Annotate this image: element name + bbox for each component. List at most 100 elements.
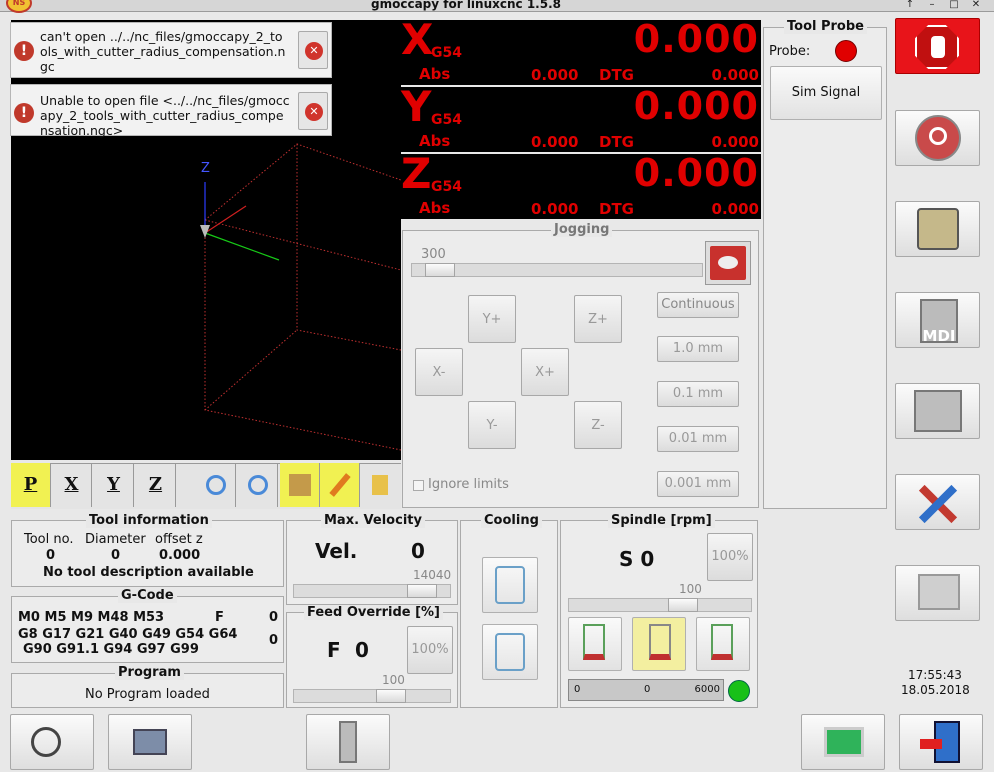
tools-dimension-icon: [288, 474, 311, 496]
increment-0-1mm-button[interactable]: 0.1 mm: [657, 381, 739, 407]
pencil-icon: [328, 473, 351, 497]
close-message-button[interactable]: ✕: [298, 31, 328, 69]
error-icon: !: [14, 41, 34, 61]
window-close-button[interactable]: ✕: [968, 0, 984, 12]
spindle-override-slider-handle[interactable]: [667, 598, 698, 612]
jog-y-minus-button[interactable]: Y-: [468, 401, 516, 449]
tool-icon: [339, 721, 357, 763]
zoom-out-button[interactable]: [238, 463, 278, 507]
feed-override-slider[interactable]: [293, 689, 451, 703]
manual-mode-button[interactable]: [895, 201, 980, 257]
program-panel: Program No Program loaded: [11, 665, 284, 708]
jogging-panel: Jogging 300 Y+ Z+ X- X+ Y- Z- Continuous…: [402, 222, 759, 508]
spindle-forward-icon: [583, 624, 605, 660]
tool-button[interactable]: [306, 714, 390, 770]
machine-power-button[interactable]: [895, 110, 980, 166]
spindle-bar-min: 0: [574, 684, 581, 695]
turtle-rabbit-icon: [710, 246, 746, 280]
dro-z[interactable]: Z G54 0.000 Abs 0.000 DTG 0.000: [401, 149, 761, 219]
ignore-limits-checkbox[interactable]: [413, 480, 424, 491]
home-all-button[interactable]: [10, 714, 94, 770]
zoom-in-button[interactable]: [196, 463, 236, 507]
jog-x-plus-button[interactable]: X+: [521, 348, 569, 396]
jog-speed-slider[interactable]: [411, 263, 703, 277]
show-dimensions-button[interactable]: [280, 463, 320, 507]
window-maximize-button[interactable]: □: [946, 0, 962, 12]
spindle-override-slider[interactable]: [568, 598, 752, 612]
touch-off-button[interactable]: [108, 714, 192, 770]
dro-dtg-label: DTG: [599, 66, 634, 84]
mdi-mode-button[interactable]: MDI: [895, 292, 980, 348]
velocity-value: 0: [411, 539, 425, 563]
velocity-label: Vel.: [315, 539, 358, 563]
clock-time: 17:55:43: [908, 668, 962, 682]
jog-speed-toggle-button[interactable]: [705, 241, 751, 285]
error-message: ! can't open ../../nc_files/gmoccapy_2_t…: [10, 22, 332, 78]
auto-mode-button[interactable]: [895, 383, 980, 439]
dro-coord-system: G54: [431, 112, 462, 128]
feed-value: 0: [269, 610, 279, 625]
dro-axis-letter: Z: [401, 149, 432, 198]
dro-y[interactable]: Y G54 0.000 Abs 0.000 DTG 0.000: [401, 82, 761, 152]
fullscreen-button[interactable]: [801, 714, 885, 770]
feed-override-slider-handle[interactable]: [375, 689, 406, 703]
increment-1mm-button[interactable]: 1.0 mm: [657, 336, 739, 362]
settings-button[interactable]: [895, 474, 980, 530]
spindle-speed-display: S 0: [619, 547, 655, 571]
dro-dtg-label: DTG: [599, 200, 634, 218]
dro-axis-letter: X: [401, 15, 434, 64]
flood-coolant-button[interactable]: [482, 557, 538, 613]
window-raise-button[interactable]: ↑: [902, 0, 918, 12]
flood-coolant-icon: [495, 566, 525, 604]
dro-dtg-value: 0.000: [711, 133, 759, 151]
clear-plot-button[interactable]: [360, 463, 400, 507]
jog-y-plus-button[interactable]: Y+: [468, 295, 516, 343]
dro-relative-value: 0.000: [633, 17, 759, 61]
jog-x-minus-button[interactable]: X-: [415, 348, 463, 396]
user-tabs-icon: [918, 574, 960, 610]
dro-abs-value: 0.000: [531, 66, 579, 84]
view-z-button[interactable]: Z: [136, 463, 176, 507]
cooling-panel: Cooling: [460, 513, 558, 708]
window-titlebar: NS gmoccapy for linuxcnc 1.5.8 ↑ – □ ✕: [0, 0, 994, 13]
broom-icon: [372, 475, 388, 495]
close-message-button[interactable]: ✕: [298, 92, 328, 130]
jog-speed-slider-handle[interactable]: [425, 263, 455, 277]
increment-continuous-button[interactable]: Continuous: [657, 292, 739, 318]
max-velocity-value: 14040: [413, 568, 452, 582]
sim-signal-button[interactable]: Sim Signal: [770, 66, 882, 120]
tool-information-title: Tool information: [86, 513, 212, 528]
close-icon: ✕: [305, 103, 323, 121]
show-toolpath-button[interactable]: [320, 463, 360, 507]
view-p-button[interactable]: P: [11, 463, 51, 507]
mist-coolant-button[interactable]: [482, 624, 538, 680]
increment-0-01mm-button[interactable]: 0.01 mm: [657, 426, 739, 452]
view-y-label: Y: [107, 474, 120, 495]
window-minimize-button[interactable]: –: [924, 0, 940, 12]
spindle-speed-bar: 0 0 6000: [568, 679, 724, 701]
spindle-forward-button[interactable]: [568, 617, 622, 671]
max-velocity-slider-handle[interactable]: [407, 584, 438, 598]
max-velocity-slider[interactable]: [293, 584, 451, 598]
jog-z-plus-button[interactable]: Z+: [574, 295, 622, 343]
jog-z-minus-button[interactable]: Z-: [574, 401, 622, 449]
dro-x[interactable]: X G54 0.000 Abs 0.000 DTG 0.000: [401, 15, 761, 85]
user-tabs-button[interactable]: [895, 565, 980, 621]
spindle-speed-code-value: 0: [269, 633, 279, 648]
increment-0-001mm-button[interactable]: 0.001 mm: [657, 471, 739, 497]
ignore-limits-label: Ignore limits: [428, 477, 509, 492]
exit-button[interactable]: [899, 714, 983, 770]
spindle-at-speed-led: [728, 680, 750, 702]
spindle-reverse-button[interactable]: [696, 617, 750, 671]
tool-cone-icon: [200, 225, 210, 238]
spindle-stop-button[interactable]: [632, 617, 686, 671]
view-x-button[interactable]: X: [52, 463, 92, 507]
gcode-title: G-Code: [118, 588, 177, 603]
tool-probe-title: Tool Probe: [784, 19, 867, 34]
estop-button[interactable]: [895, 18, 980, 74]
error-icon: !: [14, 103, 34, 123]
feed-override-reset-button[interactable]: 100%: [407, 626, 453, 674]
view-p-label: P: [23, 474, 38, 495]
view-y-button[interactable]: Y: [94, 463, 134, 507]
spindle-override-reset-button[interactable]: 100%: [707, 533, 753, 581]
